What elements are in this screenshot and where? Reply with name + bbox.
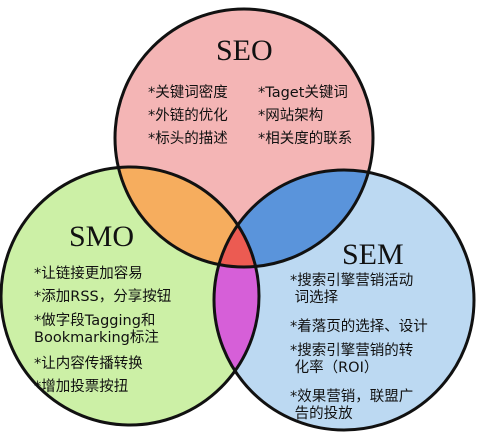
sem-item: *着落页的选择、设计	[290, 319, 428, 335]
smo-item: *让内容传播转换	[34, 356, 143, 372]
sem-item: *搜索引擎营销的转 化率（ROI）	[290, 343, 414, 377]
seo-item: *外链的优化	[148, 108, 228, 124]
seo-title: SEO	[216, 34, 273, 67]
smo-item: *让链接更加容易	[34, 266, 143, 282]
smo-item: *做字段Tagging和 Bookmarking标注	[34, 313, 159, 347]
sem-title: SEM	[342, 238, 404, 271]
sem-item: *搜索引擎营销活动 词选择	[290, 273, 414, 307]
seo-item: *网站架构	[258, 108, 324, 124]
smo-item: *添加RSS，分享按钮	[34, 289, 172, 305]
seo-item: *关键词密度	[148, 85, 228, 101]
seo-item: *相关度的联系	[258, 131, 353, 147]
seo-item: *标头的描述	[148, 131, 228, 147]
smo-title: SMO	[69, 220, 135, 253]
smo-item: *增加投票按扭	[34, 379, 129, 395]
sem-item: *效果营销，联盟广 告的投放	[290, 389, 414, 423]
seo-item: *Taget关键词	[258, 85, 348, 101]
